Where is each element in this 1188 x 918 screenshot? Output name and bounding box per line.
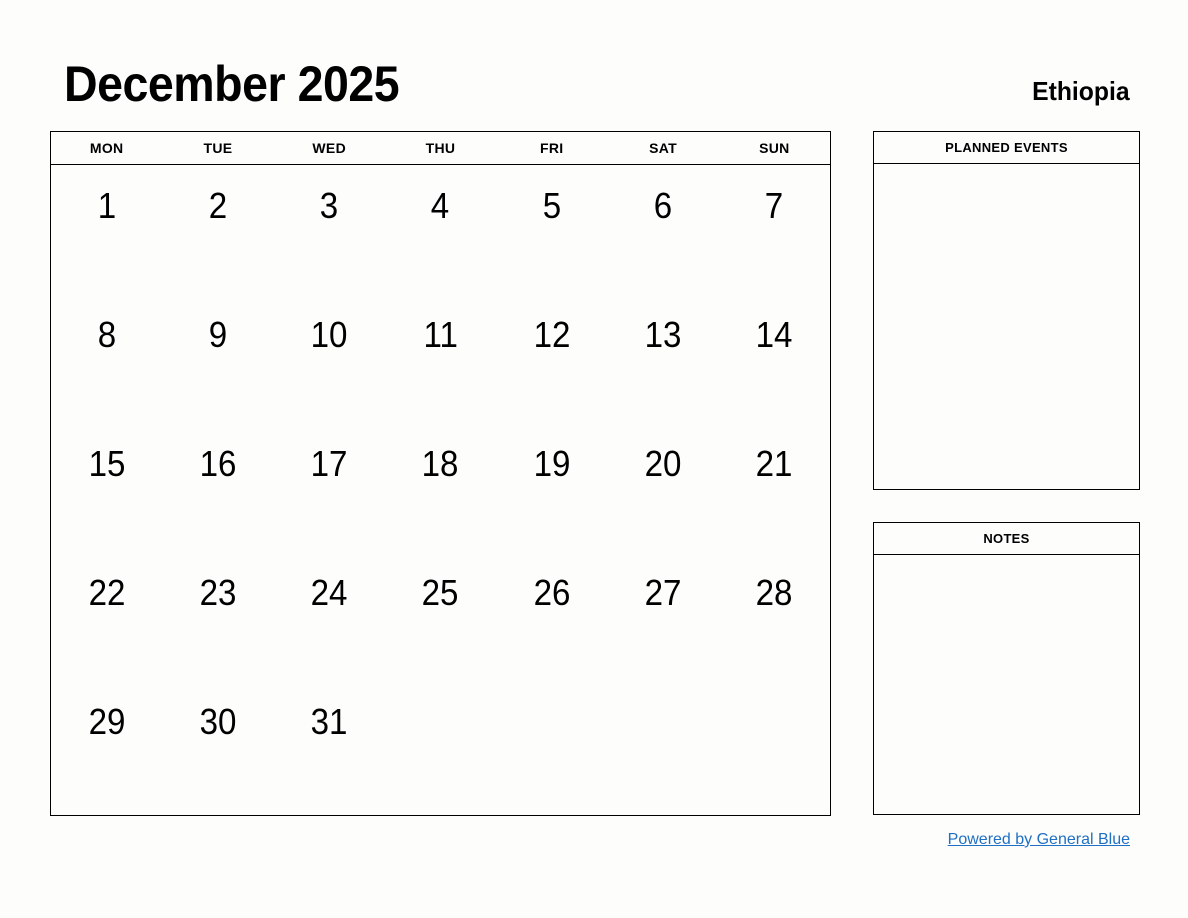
day-cell[interactable]: 26 [496, 552, 607, 681]
day-cell[interactable]: 29 [51, 681, 162, 810]
week-row: 22 23 24 25 26 27 28 [51, 552, 830, 681]
page-title: December 2025 [64, 56, 400, 112]
day-cell[interactable]: 28 [719, 552, 830, 681]
day-number: 23 [199, 572, 237, 613]
day-number: 20 [644, 443, 682, 484]
day-number: 8 [97, 314, 116, 355]
weekday-header-sun: SUN [759, 140, 790, 156]
day-number: 31 [310, 701, 348, 742]
day-cell[interactable]: 3 [274, 165, 385, 294]
day-cell[interactable]: 25 [385, 552, 496, 681]
day-number: 11 [423, 314, 458, 355]
day-cell[interactable]: 20 [607, 423, 718, 552]
day-cell-empty [496, 681, 607, 810]
day-cell[interactable]: 8 [51, 294, 162, 423]
region-label: Ethiopia [1032, 76, 1130, 106]
weekday-header-sat: SAT [649, 140, 677, 156]
weekday-header-tue: TUE [203, 140, 233, 156]
day-number: 18 [422, 443, 459, 484]
day-number: 7 [765, 185, 784, 226]
day-cell-empty [719, 681, 830, 810]
day-cell[interactable]: 21 [719, 423, 830, 552]
day-number: 13 [644, 314, 682, 355]
planned-events-header: PLANNED EVENTS [874, 132, 1139, 164]
weekday-header-fri: FRI [540, 140, 564, 156]
day-number: 1 [97, 185, 116, 226]
week-row: 29 30 31 [51, 681, 830, 810]
day-number: 27 [644, 572, 682, 613]
day-number: 10 [310, 314, 348, 355]
notes-panel: NOTES [873, 522, 1140, 815]
day-number: 28 [755, 572, 793, 613]
weekday-header-thu: THU [425, 140, 456, 156]
day-cell[interactable]: 19 [496, 423, 607, 552]
weekday-header-row: MON TUE WED THU FRI SAT SUN [51, 132, 830, 165]
week-row: 15 16 17 18 19 20 21 [51, 423, 830, 552]
day-cell[interactable]: 6 [607, 165, 718, 294]
day-cell[interactable]: 24 [274, 552, 385, 681]
day-cell[interactable]: 10 [274, 294, 385, 423]
week-row: 1 2 3 4 5 6 7 [51, 165, 830, 294]
day-number: 24 [310, 572, 348, 613]
day-cell-empty [385, 681, 496, 810]
day-cell[interactable]: 18 [385, 423, 496, 552]
day-number: 3 [319, 185, 339, 226]
day-cell[interactable]: 13 [607, 294, 718, 423]
weekday-header-wed: WED [312, 140, 346, 156]
day-number: 22 [88, 572, 126, 613]
day-cell[interactable]: 14 [719, 294, 830, 423]
day-cell[interactable]: 27 [607, 552, 718, 681]
day-cell[interactable]: 4 [385, 165, 496, 294]
day-number: 17 [310, 443, 348, 484]
day-cell[interactable]: 1 [51, 165, 162, 294]
day-number: 30 [199, 701, 237, 742]
day-cell[interactable]: 9 [162, 294, 273, 423]
day-number: 2 [208, 185, 228, 226]
day-number: 6 [653, 185, 673, 226]
day-number: 14 [755, 314, 793, 355]
weekday-header-mon: MON [89, 140, 124, 156]
day-number: 19 [533, 443, 571, 484]
day-number: 21 [755, 443, 793, 484]
calendar-grid: MON TUE WED THU FRI SAT SUN 1 2 3 4 5 6 … [50, 131, 831, 816]
day-cell[interactable]: 5 [496, 165, 607, 294]
day-cell[interactable]: 23 [162, 552, 273, 681]
calendar-weeks: 1 2 3 4 5 6 7 8 9 10 11 12 13 14 15 16 1… [51, 165, 830, 810]
day-cell[interactable]: 31 [274, 681, 385, 810]
planned-events-body[interactable] [874, 164, 1139, 489]
planned-events-panel: PLANNED EVENTS [873, 131, 1140, 490]
day-cell[interactable]: 11 [385, 294, 496, 423]
notes-header: NOTES [874, 523, 1139, 555]
day-cell[interactable]: 30 [162, 681, 273, 810]
day-cell[interactable]: 2 [162, 165, 273, 294]
week-row: 8 9 10 11 12 13 14 [51, 294, 830, 423]
day-number: 26 [533, 572, 571, 613]
powered-by-link[interactable]: Powered by General Blue [948, 831, 1130, 849]
day-number: 12 [533, 314, 571, 355]
day-cell[interactable]: 7 [719, 165, 830, 294]
notes-body[interactable] [874, 555, 1139, 814]
day-number: 15 [88, 443, 126, 484]
day-cell[interactable]: 15 [51, 423, 162, 552]
day-cell[interactable]: 16 [162, 423, 273, 552]
day-number: 29 [88, 701, 126, 742]
day-number: 16 [199, 443, 237, 484]
day-number: 25 [422, 572, 459, 613]
day-cell-empty [607, 681, 718, 810]
day-cell[interactable]: 17 [274, 423, 385, 552]
day-number: 5 [542, 185, 561, 226]
day-cell[interactable]: 12 [496, 294, 607, 423]
day-number: 4 [431, 185, 450, 226]
day-cell[interactable]: 22 [51, 552, 162, 681]
day-number: 9 [208, 314, 228, 355]
